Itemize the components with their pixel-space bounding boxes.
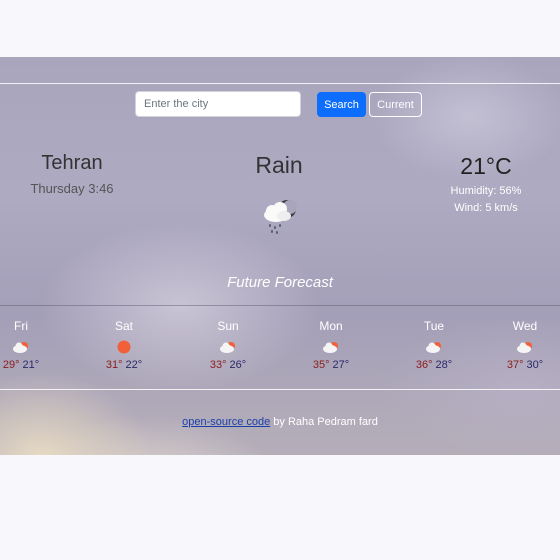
top-divider (0, 83, 560, 84)
forecast-min-temp: 30° (526, 359, 544, 371)
cloud-sun-icon (517, 342, 532, 353)
forecast-max-temp: 35° (312, 359, 330, 371)
cloud-sun-icon (323, 342, 338, 353)
humidity-label: Humidity: 56% (450, 185, 522, 197)
weather-description: Rain (255, 152, 303, 178)
forecast-day-name: Wed (512, 319, 538, 333)
forecast-min-temp: 27° (332, 359, 350, 371)
forecast-day: Fri 29° 21° (0, 319, 56, 371)
cloud-sun-icon (220, 342, 235, 353)
wind-label: Wind: 5 km/s (454, 202, 518, 214)
forecast-day-name: Mon (319, 319, 343, 333)
city-name: Tehran (41, 152, 103, 174)
forecast-min-temp: 26° (229, 359, 247, 371)
footer-credit: by Raha Pedram fard (273, 416, 378, 428)
forecast-min-temp: 28° (435, 359, 453, 371)
forecast-max-temp: 31° (105, 359, 123, 371)
forecast-max-temp: 29° (2, 359, 20, 371)
forecast-day: Mon 35° 27° (296, 319, 366, 371)
forecast-max-temp: 37° (506, 359, 524, 371)
source-code-link[interactable]: open-source code (182, 416, 270, 428)
sun-icon (117, 340, 131, 354)
current-location-button[interactable]: Current (369, 92, 422, 117)
forecast-day: Sun 33° 26° (193, 319, 263, 371)
forecast-title: Future Forecast (227, 274, 333, 291)
cloud-sun-icon (426, 342, 441, 353)
city-search-input[interactable] (135, 91, 301, 117)
forecast-max-temp: 36° (415, 359, 433, 371)
search-button[interactable]: Search (317, 92, 366, 117)
footer: open-source code by Raha Pedram fard (0, 416, 560, 428)
forecast-min-temp: 22° (125, 359, 143, 371)
footer-divider (0, 389, 560, 390)
forecast-min-temp: 21° (22, 359, 40, 371)
forecast-day-name: Sat (114, 319, 133, 333)
forecast-max-temp: 33° (209, 359, 227, 371)
forecast-divider (0, 305, 560, 306)
forecast-day-name: Tue (423, 319, 445, 333)
forecast-day: Sat 31° 22° (89, 319, 159, 371)
current-temperature: 21°C (460, 153, 512, 179)
forecast-day-name: Sun (217, 319, 239, 333)
cloud-sun-icon (13, 342, 28, 353)
date-time: Thursday 3:46 (30, 181, 114, 196)
forecast-day: Tue 36° 28° (399, 319, 469, 371)
forecast-day-name: Fri (14, 319, 28, 333)
weather-app: Search Current Tehran Thursday 3:46 Rain… (0, 57, 560, 455)
forecast-day: Wed 37° 30° (490, 319, 560, 371)
rain-cloud-night-icon (264, 200, 297, 234)
